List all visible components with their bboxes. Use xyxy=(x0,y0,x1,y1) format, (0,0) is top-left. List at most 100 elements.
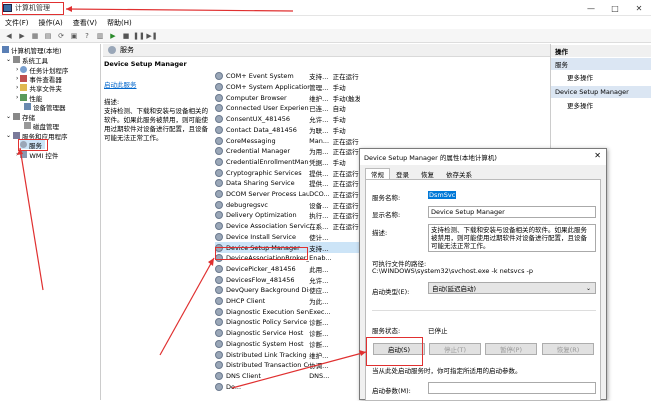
service-row[interactable]: Diagnostic Execution ServiceExec... xyxy=(215,306,360,317)
close-button[interactable]: ✕ xyxy=(627,0,651,16)
service-row[interactable]: Connected User Experien... 已连... 自动 xyxy=(215,103,360,114)
start-service-link[interactable]: 启动此服务 xyxy=(104,81,137,89)
export-icon[interactable]: ▣ xyxy=(69,31,79,41)
service-row[interactable]: Data Sharing Service 提供... 正在运行 xyxy=(215,178,360,189)
service-row[interactable]: Diagnostic System Host 诊断... xyxy=(215,339,360,350)
stop-button[interactable]: 停止(T) xyxy=(429,343,481,355)
service-row[interactable]: Do... xyxy=(215,381,360,392)
tab-dependencies[interactable]: 依存关系 xyxy=(440,168,478,179)
stop-service-icon[interactable]: ■ xyxy=(121,31,131,41)
more-actions-1[interactable]: 更多操作 xyxy=(551,71,651,82)
properties-icon[interactable]: ▥ xyxy=(95,31,105,41)
description-field[interactable]: 支持检测、下载和安装与设备相关的软件。如果此服务被禁用，则可能使用过期软件对设备… xyxy=(428,224,596,252)
help-icon[interactable]: ? xyxy=(82,31,92,41)
restart-service-icon[interactable]: ▶❚ xyxy=(146,31,157,41)
service-name: DNS Client xyxy=(226,371,261,380)
chevron-down-icon: ⌄ xyxy=(585,284,591,292)
service-row[interactable]: CredentialEnrollmentMana...凭据...手动 xyxy=(215,157,360,168)
start-service-icon[interactable]: ▶ xyxy=(108,31,118,41)
description-label: 描述: xyxy=(372,229,388,237)
collapse-icon: ⌄ xyxy=(6,56,12,63)
gear-icon xyxy=(215,72,223,81)
console-tree-icon[interactable]: ▦ xyxy=(30,31,40,41)
pause-service-icon[interactable]: ❚❚ xyxy=(133,31,145,41)
service-row[interactable]: Credential Manager 为用... 正在运行 xyxy=(215,146,360,157)
gear-icon xyxy=(215,200,223,209)
tree-storage[interactable]: ⌄ 存储 xyxy=(6,112,35,122)
start-params-hint: 当从此处启动服务时，你可指定所适用的启动参数。 xyxy=(372,367,522,375)
back-icon[interactable]: ◀ xyxy=(4,31,14,41)
expand-icon: › xyxy=(16,151,19,158)
service-row[interactable]: DevicePicker_481456 此用... xyxy=(215,264,360,275)
service-status: 正在运行 xyxy=(332,223,359,232)
service-row[interactable]: Distributed Transaction Co... 协调... xyxy=(215,360,360,371)
service-row[interactable]: Diagnostic Policy Service 诊断... xyxy=(215,317,360,328)
gear-icon xyxy=(215,329,223,338)
service-row[interactable]: CoreMessaging Man... 正在运行 xyxy=(215,135,360,146)
refresh-icon[interactable]: ⟳ xyxy=(56,31,66,41)
actions-section-device[interactable]: Device Setup Manager xyxy=(551,86,651,98)
pause-button[interactable]: 暂停(P) xyxy=(485,343,537,355)
resume-button[interactable]: 恢复(R) xyxy=(542,343,594,355)
wmi-icon xyxy=(20,151,28,158)
service-row[interactable]: Computer Browser 维护... 手动(触发 xyxy=(215,92,360,103)
dialog-close-button[interactable]: ✕ xyxy=(594,151,601,160)
gear-icon xyxy=(215,104,223,113)
menu-file[interactable]: 文件(F) xyxy=(5,18,29,28)
list-icon[interactable]: ▤ xyxy=(43,31,53,41)
tree-shared-folders[interactable]: › 共享文件夹 xyxy=(16,83,62,93)
menu-view[interactable]: 查看(V) xyxy=(73,18,97,28)
gear-icon xyxy=(215,371,223,380)
service-row[interactable]: COM+ Event System 支持... 正在运行 xyxy=(215,71,360,82)
service-desc: 支持... xyxy=(309,73,329,82)
gear-icon xyxy=(215,211,223,220)
gear-icon xyxy=(215,318,223,327)
service-name: Distributed Transaction Co... xyxy=(226,361,310,370)
maximize-button[interactable]: □ xyxy=(603,0,627,16)
service-row[interactable]: Delivery Optimization 执行... 正在运行 xyxy=(215,210,360,221)
menu-action[interactable]: 操作(A) xyxy=(39,18,63,28)
minimize-button[interactable]: — xyxy=(579,0,603,16)
service-desc: 在系... xyxy=(309,223,329,232)
start-params-field[interactable] xyxy=(428,382,596,394)
actions-section-services[interactable]: 服务 xyxy=(551,58,651,70)
service-row[interactable]: DevicesFlow_481456 允许... xyxy=(215,274,360,285)
service-row[interactable]: COM+ System Application 管理... 手动 xyxy=(215,82,360,93)
service-row[interactable]: Device Install Service 使计... xyxy=(215,232,360,243)
service-row[interactable]: ConsentUX_481456 允许... 手动 xyxy=(215,114,360,125)
tree-system-tools[interactable]: ⌄ 系统工具 xyxy=(6,55,48,65)
service-row[interactable]: Distributed Link Tracking ... 维护... xyxy=(215,349,360,360)
more-actions-2[interactable]: 更多操作 xyxy=(551,99,651,110)
gear-icon xyxy=(215,232,223,241)
general-pane: 服务名称: DsmSvc 显示名称: Device Setup Manager … xyxy=(365,179,601,401)
tree-root[interactable]: 计算机管理(本地) xyxy=(2,45,62,55)
forward-icon[interactable]: ▶ xyxy=(17,31,27,41)
service-desc: 管理... xyxy=(309,84,329,93)
service-name: Diagnostic Policy Service xyxy=(226,318,308,327)
tree-device-manager[interactable]: 设备管理器 xyxy=(24,102,66,112)
service-row[interactable]: Diagnostic Service Host 诊断... xyxy=(215,328,360,339)
service-row[interactable]: DNS Client DNS... xyxy=(215,371,360,382)
tab-general[interactable]: 常规 xyxy=(365,168,390,179)
service-row[interactable]: debugregsvc 设备... 正在运行 xyxy=(215,199,360,210)
service-row[interactable]: DCOM Server Process Lau... DCO... 正在运行 xyxy=(215,189,360,200)
service-name: DHCP Client xyxy=(226,297,266,306)
service-name: debugregsvc xyxy=(226,200,268,209)
storage-icon xyxy=(13,113,21,120)
display-name-field[interactable]: Device Setup Manager xyxy=(428,206,596,218)
service-row[interactable]: DHCP Client 为此... xyxy=(215,296,360,307)
services-header: 服务 xyxy=(103,44,550,57)
service-row[interactable]: Device Association Service 在系... 正在运行 xyxy=(215,221,360,232)
tree-disk-management[interactable]: 磁盘管理 xyxy=(24,121,59,131)
tab-logon[interactable]: 登录 xyxy=(390,168,415,179)
service-row[interactable]: DevQuery Background Dis... 使应... xyxy=(215,285,360,296)
tree-wmi[interactable]: › WMI 控件 xyxy=(16,150,58,160)
tab-recovery[interactable]: 恢复 xyxy=(415,168,440,179)
service-row[interactable]: Cryptographic Services 提供... 正在运行 xyxy=(215,167,360,178)
service-row[interactable]: Contact Data_481456 为联... 手动 xyxy=(215,125,360,136)
service-desc: 使应... xyxy=(309,287,329,296)
service-desc: 允许... xyxy=(309,116,329,125)
service-name-value[interactable]: DsmSvc xyxy=(428,191,457,199)
menu-help[interactable]: 帮助(H) xyxy=(107,18,132,28)
startup-type-select[interactable]: 自动(延迟启动) ⌄ xyxy=(428,282,596,294)
